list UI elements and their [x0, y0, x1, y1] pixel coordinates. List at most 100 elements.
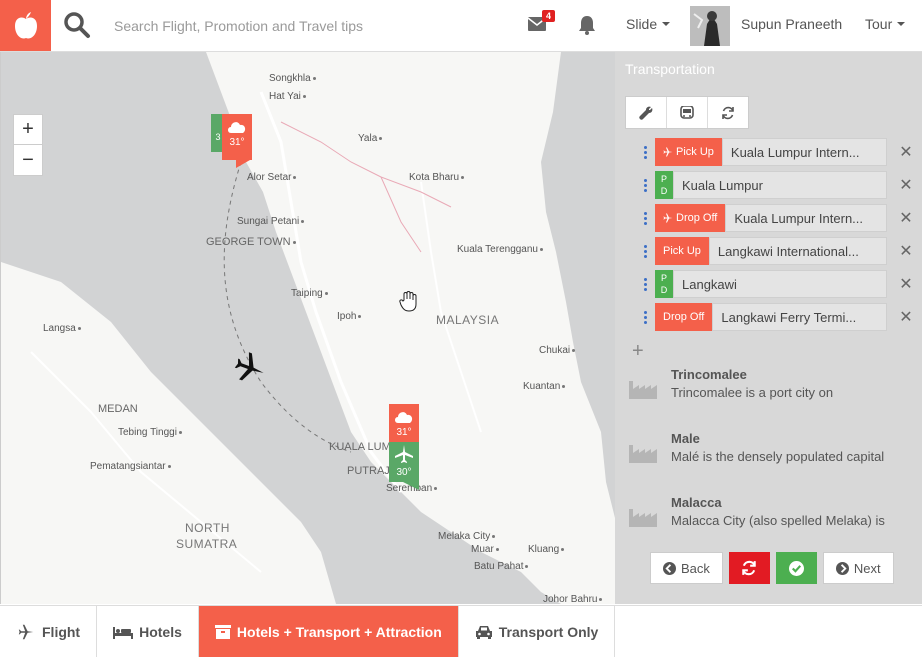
place-item[interactable]: Male Malé is the densely populated capit… [629, 431, 919, 475]
transport-row[interactable]: Drop Off Langkawi Ferry Termi... ✕ [635, 303, 915, 331]
plane-icon [234, 352, 264, 381]
marker-pointer [236, 160, 250, 168]
close-icon[interactable]: ✕ [897, 274, 915, 294]
drag-handle-icon[interactable] [635, 145, 655, 159]
wrench-icon[interactable] [626, 97, 667, 128]
weather-marker-north[interactable]: 31° [222, 114, 252, 160]
transport-row[interactable]: Pick Up Kuala Lumpur Intern... ✕ [635, 138, 915, 166]
place-description: Malacca City (also spelled Melaka) is [671, 513, 885, 528]
place-name: Malacca [671, 495, 722, 510]
chevron-down-icon [662, 22, 671, 26]
refresh-icon[interactable] [708, 97, 748, 128]
map-label: Hat Yai [269, 91, 306, 102]
transport-row[interactable]: Pick Up Langkawi International... ✕ [635, 237, 915, 265]
map-label: Sungai Petani [237, 216, 305, 227]
drag-handle-icon[interactable] [635, 310, 655, 324]
map-label: GEORGE TOWN [206, 236, 296, 248]
drag-handle-icon[interactable] [635, 211, 655, 225]
bell-icon[interactable] [578, 15, 596, 40]
pickup-tag: Pick Up [655, 138, 722, 166]
map-label: Johor Bahru [543, 594, 603, 604]
tab-flight[interactable]: Flight [0, 606, 98, 657]
pd-tag: PD [655, 270, 673, 298]
drag-handle-icon[interactable] [635, 244, 655, 258]
top-header: 4 Slide Supun Praneeth Tour [0, 0, 922, 52]
panel-title: Transportation [625, 61, 715, 77]
map-label: Langsa [43, 323, 81, 334]
place-item[interactable]: Malacca Malacca City (also spelled Melak… [629, 495, 919, 539]
pickup-tag: Pick Up [655, 237, 709, 265]
plane-icon [395, 445, 413, 463]
map-label: Muar [471, 544, 499, 555]
flight-marker-south[interactable]: 30° [389, 442, 419, 482]
transport-location[interactable]: Kuala Lumpur Intern... [725, 204, 887, 232]
map-label: Ipoh [337, 311, 362, 322]
transport-row[interactable]: PD Kuala Lumpur ✕ [635, 171, 915, 199]
transport-location[interactable]: Langkawi [673, 270, 887, 298]
cloud-icon [228, 122, 246, 133]
place-item[interactable]: Trincomalee Trincomalee is a port city o… [629, 367, 919, 411]
chevron-left-circle-icon [663, 561, 676, 575]
chevron-down-icon [897, 22, 906, 26]
factory-icon [629, 509, 657, 527]
tab-hotels-transport-attraction[interactable]: Hotels + Transport + Attraction [198, 606, 459, 657]
close-icon[interactable]: ✕ [897, 142, 915, 162]
username[interactable]: Supun Praneeth [741, 16, 842, 32]
slide-dropdown[interactable]: Slide [626, 16, 671, 32]
next-button[interactable]: Next [822, 552, 894, 584]
zoom-controls: + − [13, 114, 43, 176]
search-icon[interactable] [63, 11, 91, 44]
map-label: SUMATRA [176, 537, 238, 551]
mail-count-badge: 4 [542, 10, 556, 22]
plane-icon [663, 147, 673, 157]
map-label: Batu Pahat [474, 561, 529, 572]
check-circle-icon [788, 560, 804, 576]
transport-location[interactable]: Kuala Lumpur [673, 171, 887, 199]
tab-hotels[interactable]: Hotels [97, 606, 199, 657]
bus-icon[interactable] [667, 97, 708, 128]
close-icon[interactable]: ✕ [897, 175, 915, 195]
close-icon[interactable]: ✕ [897, 241, 915, 261]
close-icon[interactable]: ✕ [897, 208, 915, 228]
transport-location[interactable]: Kuala Lumpur Intern... [721, 138, 887, 166]
map-label: Pematangsiantar [90, 461, 171, 472]
zoom-out-button[interactable]: − [14, 145, 42, 175]
pd-tag: PD [655, 171, 673, 199]
back-button[interactable]: Back [650, 552, 723, 584]
factory-icon [629, 381, 657, 399]
tour-dropdown[interactable]: Tour [865, 16, 906, 32]
factory-icon [629, 445, 657, 463]
close-icon[interactable]: ✕ [897, 307, 915, 327]
drag-handle-icon[interactable] [635, 277, 655, 291]
bed-icon [113, 627, 134, 639]
map-label: NORTH [185, 521, 230, 535]
tab-transport-only[interactable]: Transport Only [459, 606, 616, 657]
suitcase-icon [214, 625, 231, 639]
bottom-tabs: Flight Hotels Hotels + Transport + Attra… [0, 605, 922, 657]
plane-icon [663, 213, 673, 223]
map-base [1, 52, 615, 604]
transport-location[interactable]: Langkawi International... [708, 237, 887, 265]
panel-toolbar [625, 96, 749, 129]
map-label: Chukai [539, 345, 576, 356]
drag-handle-icon[interactable] [635, 178, 655, 192]
apple-logo-icon[interactable] [0, 0, 51, 51]
map-view[interactable]: + − Songkhla Hat Yai Yala Alor Setar Kot… [0, 52, 615, 604]
place-description: Malé is the densely populated capital [671, 449, 885, 464]
hand-cursor-icon [399, 291, 417, 312]
chevron-right-circle-icon [835, 561, 849, 575]
map-label: Kluang [528, 544, 565, 555]
add-transport-button[interactable]: + [632, 340, 644, 363]
transport-row[interactable]: Drop Off Kuala Lumpur Intern... ✕ [635, 204, 915, 232]
car-icon [475, 626, 492, 639]
transport-location[interactable]: Langkawi Ferry Termi... [712, 303, 887, 331]
cloud-icon [395, 412, 413, 423]
transportation-panel: Transportation Pick Up Kuala Lumpur Inte… [615, 52, 922, 604]
dropoff-tag: Drop Off [655, 204, 726, 232]
search-input[interactable] [104, 12, 504, 40]
transport-row[interactable]: PD Langkawi ✕ [635, 270, 915, 298]
avatar[interactable] [690, 6, 730, 46]
zoom-in-button[interactable]: + [14, 115, 42, 145]
reset-button[interactable] [728, 552, 770, 584]
confirm-button[interactable] [775, 552, 817, 584]
